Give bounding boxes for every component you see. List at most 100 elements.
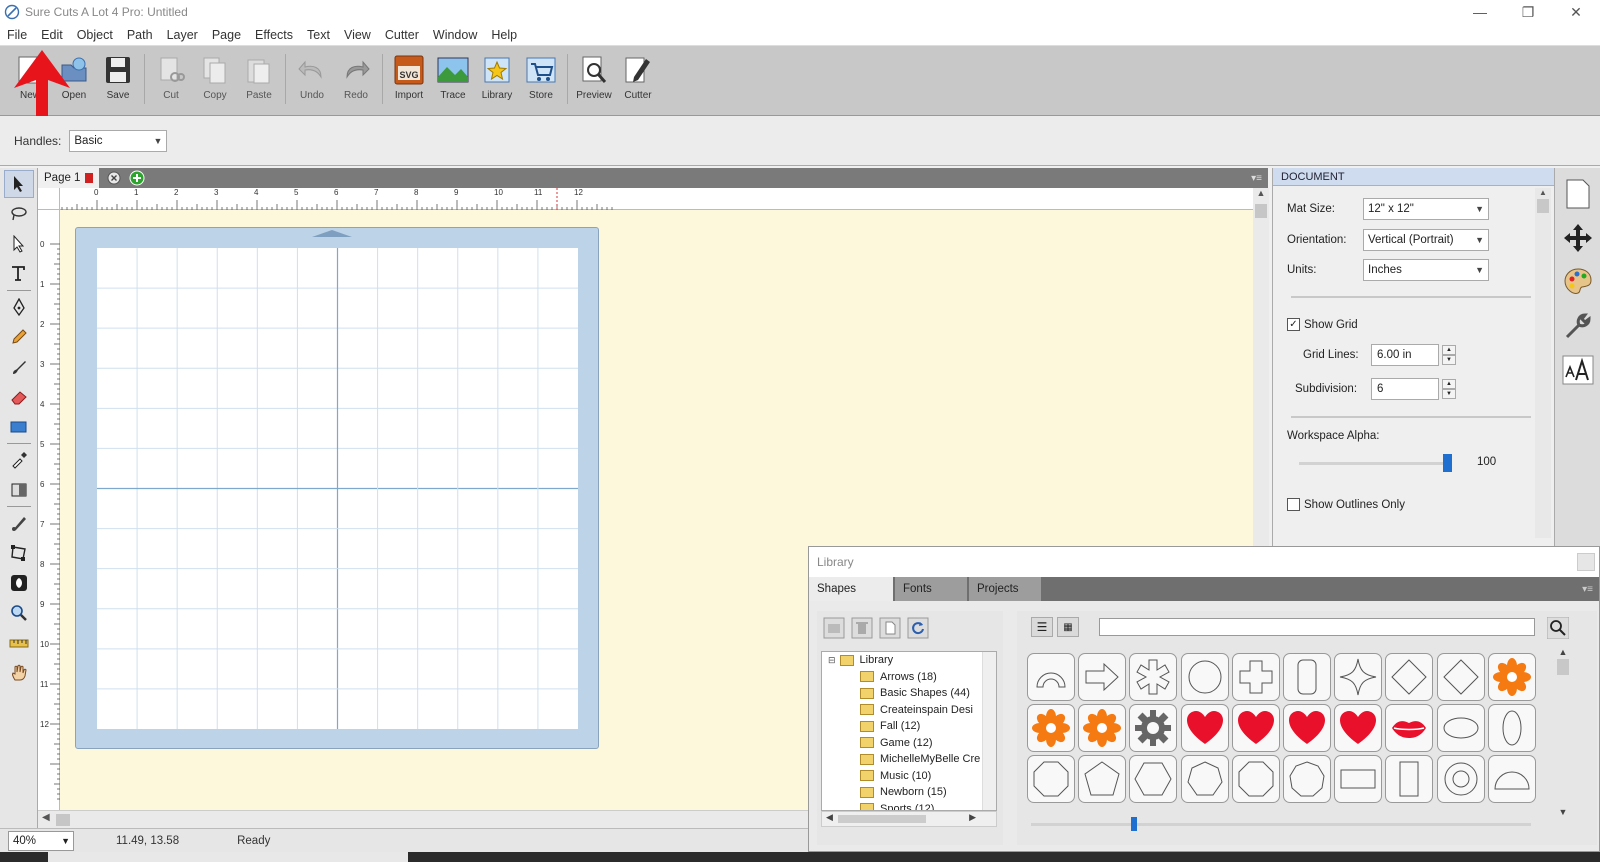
paste-button[interactable]: Paste <box>237 54 281 108</box>
collapse-icon[interactable]: ⊟ <box>828 655 836 666</box>
pen-tool[interactable] <box>4 293 34 321</box>
shape-thumbnail[interactable] <box>1385 755 1434 803</box>
tree-folder-item[interactable]: MichelleMyBelle Cre <box>822 751 996 768</box>
tree-vertical-scrollbar[interactable] <box>982 652 996 810</box>
weld-tool[interactable] <box>4 569 34 597</box>
grid-lines-stepper[interactable]: ▲ ▼ <box>1442 345 1456 365</box>
text-panel-button[interactable] <box>1560 352 1596 388</box>
color-panel-button[interactable] <box>1560 264 1596 300</box>
spin-up-icon[interactable]: ▲ <box>1442 345 1456 355</box>
menu-cutter[interactable]: Cutter <box>378 28 426 42</box>
horizontal-scrollbar[interactable]: ◀ <box>38 810 808 828</box>
tree-folder-item[interactable]: Sports (12) <box>822 801 996 810</box>
tree-folder-item[interactable]: Newborn (15) <box>822 784 996 801</box>
show-grid-checkbox[interactable]: ✓ <box>1287 318 1300 331</box>
shape-thumbnail[interactable] <box>1283 653 1331 701</box>
shape-thumbnail[interactable] <box>1283 704 1331 752</box>
library-close-button[interactable] <box>1577 553 1595 571</box>
shape-thumbnail[interactable] <box>1129 755 1178 803</box>
scroll-right-arrow-icon[interactable]: ▶ <box>969 812 976 823</box>
scroll-up-arrow-icon[interactable]: ▲ <box>1253 188 1269 204</box>
library-button[interactable]: Library <box>475 54 519 108</box>
shape-thumbnail[interactable] <box>1231 755 1280 803</box>
menu-path[interactable]: Path <box>120 28 160 42</box>
tree-scroll-thumb[interactable] <box>838 815 926 823</box>
copy-button[interactable]: Copy <box>193 54 237 108</box>
tree-folder-item[interactable]: Createinspain Desi <box>822 702 996 719</box>
shapes-vertical-scrollbar[interactable]: ▲ ▼ <box>1555 647 1571 817</box>
scroll-up-arrow-icon[interactable]: ▲ <box>1535 188 1551 197</box>
eyedropper-tool[interactable] <box>4 446 34 474</box>
spin-down-icon[interactable]: ▼ <box>1442 355 1456 365</box>
shape-thumbnail[interactable] <box>1436 704 1485 752</box>
library-panel-menu-icon[interactable]: ▾≡ <box>1582 584 1593 595</box>
tree-folder-item[interactable]: Arrows (18) <box>822 669 996 686</box>
shape-thumbnail[interactable] <box>1027 755 1075 803</box>
shape-tool[interactable] <box>4 413 34 441</box>
shape-thumbnail[interactable] <box>1180 755 1229 803</box>
menu-window[interactable]: Window <box>426 28 484 42</box>
panel-menu-icon[interactable]: ▾≡ <box>1251 173 1262 184</box>
close-button[interactable]: ✕ <box>1552 0 1600 24</box>
horizontal-scroll-thumb[interactable] <box>56 814 70 826</box>
close-page-icon[interactable] <box>107 171 121 185</box>
shape-thumbnail[interactable] <box>1027 704 1075 752</box>
tree-horizontal-scrollbar[interactable]: ◀ ▶ <box>821 811 997 827</box>
tree-item-library-root[interactable]: ⊟ Library <box>822 652 996 669</box>
grid-view-icon[interactable]: ▦ <box>1057 617 1079 637</box>
menu-view[interactable]: View <box>337 28 378 42</box>
menu-object[interactable]: Object <box>70 28 120 42</box>
document-panel-scroll-thumb[interactable] <box>1537 199 1549 213</box>
tab-projects[interactable]: Projects <box>969 577 1041 601</box>
shape-thumbnail[interactable] <box>1436 653 1485 701</box>
minimize-button[interactable]: — <box>1456 0 1504 24</box>
shape-thumbnail[interactable] <box>1231 653 1280 701</box>
tree-folder-item[interactable]: Basic Shapes (44) <box>822 685 996 702</box>
import-button[interactable]: SVG Import <box>387 54 431 108</box>
shape-thumbnail[interactable] <box>1385 704 1434 752</box>
workspace-alpha-slider-thumb[interactable] <box>1443 454 1452 472</box>
shape-thumbnail[interactable] <box>1487 653 1536 701</box>
shape-thumbnail[interactable] <box>1231 704 1280 752</box>
workspace-alpha-slider[interactable] <box>1299 462 1449 465</box>
shape-thumbnail[interactable] <box>1180 704 1229 752</box>
measure-tool[interactable] <box>4 629 34 657</box>
preview-button[interactable]: Preview <box>572 54 616 108</box>
new-folder-icon[interactable] <box>823 617 845 639</box>
zoom-select[interactable]: 40% ▼ <box>8 830 74 851</box>
tree-folder-item[interactable]: Game (12) <box>822 735 996 752</box>
menu-text[interactable]: Text <box>300 28 337 42</box>
subdivision-input[interactable]: 6 <box>1371 378 1439 400</box>
tree-folder-item[interactable]: Music (10) <box>822 768 996 785</box>
scroll-up-arrow-icon[interactable]: ▲ <box>1555 647 1571 657</box>
shape-thumbnail[interactable] <box>1334 653 1383 701</box>
vertical-scroll-thumb[interactable] <box>1255 204 1267 218</box>
menu-file[interactable]: File <box>0 28 34 42</box>
menu-help[interactable]: Help <box>484 28 524 42</box>
redo-button[interactable]: Redo <box>334 54 378 108</box>
scroll-left-arrow-icon[interactable]: ◀ <box>826 812 833 823</box>
shape-thumbnail[interactable] <box>1334 704 1383 752</box>
document-panel-scrollbar[interactable]: ▲ <box>1535 188 1551 538</box>
store-button[interactable]: Store <box>519 54 563 108</box>
cut-button[interactable]: Cut <box>149 54 193 108</box>
select-tool[interactable] <box>4 170 34 198</box>
tools-panel-button[interactable] <box>1560 308 1596 344</box>
spin-up-icon[interactable]: ▲ <box>1442 379 1456 389</box>
search-icon[interactable] <box>1547 617 1569 639</box>
mat-size-select[interactable]: 12" x 12" ▼ <box>1363 198 1489 220</box>
menu-page[interactable]: Page <box>205 28 248 42</box>
add-page-icon[interactable] <box>129 170 145 186</box>
shape-thumbnail[interactable] <box>1283 755 1331 803</box>
document-panel-button[interactable] <box>1560 176 1596 212</box>
show-outlines-checkbox[interactable] <box>1287 498 1300 511</box>
shape-thumbnail[interactable] <box>1385 653 1434 701</box>
handles-select[interactable]: Basic ▼ <box>69 129 168 152</box>
vertical-scrollbar[interactable]: ▲ <box>1253 188 1269 548</box>
shape-thumbnail[interactable] <box>1129 704 1178 752</box>
zoom-tool[interactable] <box>4 599 34 627</box>
menu-edit[interactable]: Edit <box>34 28 70 42</box>
shape-thumbnail[interactable] <box>1487 704 1536 752</box>
menu-effects[interactable]: Effects <box>248 28 300 42</box>
subdivision-stepper[interactable]: ▲ ▼ <box>1442 379 1456 399</box>
